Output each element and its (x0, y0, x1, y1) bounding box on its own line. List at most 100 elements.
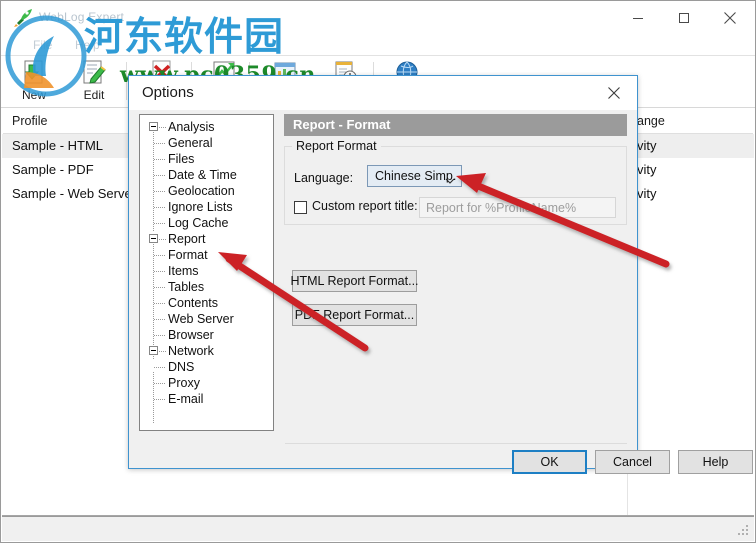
tree-connector (154, 303, 166, 304)
tree-item-network[interactable]: Network (140, 343, 273, 359)
menu-item-file[interactable]: File (27, 37, 58, 53)
new-profile-icon (19, 59, 49, 87)
tree-connector (154, 175, 166, 176)
pdf-report-format-button[interactable]: PDF Report Format... (292, 304, 417, 326)
custom-report-title-placeholder: Report for %ProfileName% (426, 201, 577, 215)
tree-connector (154, 399, 166, 400)
language-select[interactable]: Chinese Simp. (367, 165, 462, 187)
tree-item-label: Date & Time (168, 168, 237, 182)
ok-button[interactable]: OK (512, 450, 587, 474)
toolbar-button-edit[interactable]: Edit (63, 59, 125, 107)
tree-item-items[interactable]: Items (140, 263, 273, 279)
toolbar-button-new[interactable]: New (3, 59, 65, 107)
tree-connector (154, 143, 166, 144)
close-icon (724, 12, 736, 24)
tree-item-label: Web Server (168, 312, 234, 326)
maximize-button[interactable] (661, 1, 707, 35)
column-header-range-label: ange (637, 114, 665, 128)
tree-item-label: Items (168, 264, 199, 278)
tree-item-format[interactable]: Format (140, 247, 273, 263)
tree-item-report[interactable]: Report (140, 231, 273, 247)
toolbar-label-edit: Edit (83, 88, 105, 102)
profile-range: vity (637, 186, 657, 201)
resize-grip[interactable] (737, 525, 750, 538)
tree-expander-icon[interactable] (149, 122, 158, 131)
tree-item-general[interactable]: General (140, 135, 273, 151)
tree-connector (154, 255, 166, 256)
tree-item-files[interactable]: Files (140, 151, 273, 167)
toolbar-separator-1 (126, 62, 127, 100)
language-label: Language: (294, 171, 354, 185)
tree-connector (154, 383, 166, 384)
profile-name: Sample - PDF (12, 162, 94, 177)
tree-connector (154, 191, 166, 192)
profile-name: Sample - HTML (12, 138, 104, 153)
html-report-format-button[interactable]: HTML Report Format... (290, 270, 419, 292)
column-header-range[interactable]: ange (627, 109, 754, 133)
tree-connector (154, 223, 166, 224)
options-tree[interactable]: Analysis General Files Date & Time Geolo… (139, 114, 274, 431)
close-button[interactable] (707, 1, 753, 35)
pane-title: Report - Format (293, 117, 391, 132)
custom-report-title-input[interactable]: Report for %ProfileName% (419, 197, 616, 218)
toolbar-label-new: New (21, 88, 46, 102)
minimize-icon (633, 18, 643, 19)
tree-item-dns[interactable]: DNS (140, 359, 273, 375)
profile-range: vity (637, 162, 657, 177)
tree-expander-icon[interactable] (149, 234, 158, 243)
dialog-titlebar: Options (129, 76, 637, 110)
profile-range: vity (637, 138, 657, 153)
tree-connector (154, 335, 166, 336)
tree-item-contents[interactable]: Contents (140, 295, 273, 311)
status-bar (2, 516, 754, 541)
tree-item-label: Tables (168, 280, 205, 294)
help-button[interactable]: Help (678, 450, 753, 474)
dialog-body: Analysis General Files Date & Time Geolo… (129, 110, 753, 474)
pane-header: Report - Format (284, 114, 627, 136)
dialog-close-button[interactable] (592, 76, 636, 109)
tree-item-date-time[interactable]: Date & Time (140, 167, 273, 183)
minimize-button[interactable] (615, 1, 661, 35)
tree-item-label: Log Cache (168, 216, 229, 230)
tree-item-label: Contents (168, 296, 219, 310)
footer-separator (285, 443, 627, 444)
tree-item-label: DNS (168, 360, 195, 374)
tree-item-log-cache[interactable]: Log Cache (140, 215, 273, 231)
tree-item-label: E-mail (168, 392, 204, 406)
tree-connector (154, 159, 166, 160)
tree-connector (154, 271, 166, 272)
maximize-icon (679, 13, 689, 23)
tree-connector (159, 351, 166, 352)
tree-item-analysis[interactable]: Analysis (140, 119, 273, 135)
cancel-button[interactable]: Cancel (595, 450, 670, 474)
tree-item-label: Analysis (168, 120, 215, 134)
tree-item-tables[interactable]: Tables (140, 279, 273, 295)
custom-report-title-checkbox[interactable] (294, 201, 307, 214)
menu-item-help[interactable]: Help (69, 37, 106, 53)
window-title: WebLog Expert (39, 10, 125, 24)
edit-profile-icon (79, 59, 109, 87)
tree-item-label: Proxy (168, 376, 200, 390)
column-header-profile-label: Profile (12, 114, 48, 128)
tree-item-geolocation[interactable]: Geolocation (140, 183, 273, 199)
tree-expander-icon[interactable] (149, 346, 158, 355)
tree-connector (159, 239, 166, 240)
tree-item-label: Files (168, 152, 195, 166)
options-dialog: Options Analysis General Files Date & Ti… (128, 75, 753, 474)
chevron-down-icon (445, 172, 455, 184)
tree-item-ignore-lists[interactable]: Ignore Lists (140, 199, 273, 215)
tree-item-web-server[interactable]: Web Server (140, 311, 273, 327)
tree-item-label: Network (168, 344, 214, 358)
tree-item-email[interactable]: E-mail (140, 391, 273, 407)
custom-report-title-label: Custom report title: (312, 199, 418, 213)
tree-item-label: Ignore Lists (168, 200, 233, 214)
tree-connector (159, 127, 166, 128)
tree-connector (154, 207, 166, 208)
tree-item-label: Browser (168, 328, 214, 342)
close-icon (608, 86, 620, 99)
tree-item-proxy[interactable]: Proxy (140, 375, 273, 391)
profile-name: Sample - Web Serve (12, 186, 132, 201)
menu-bar: File Help (1, 35, 755, 55)
tree-item-browser[interactable]: Browser (140, 327, 273, 343)
tree-connector (154, 367, 166, 368)
